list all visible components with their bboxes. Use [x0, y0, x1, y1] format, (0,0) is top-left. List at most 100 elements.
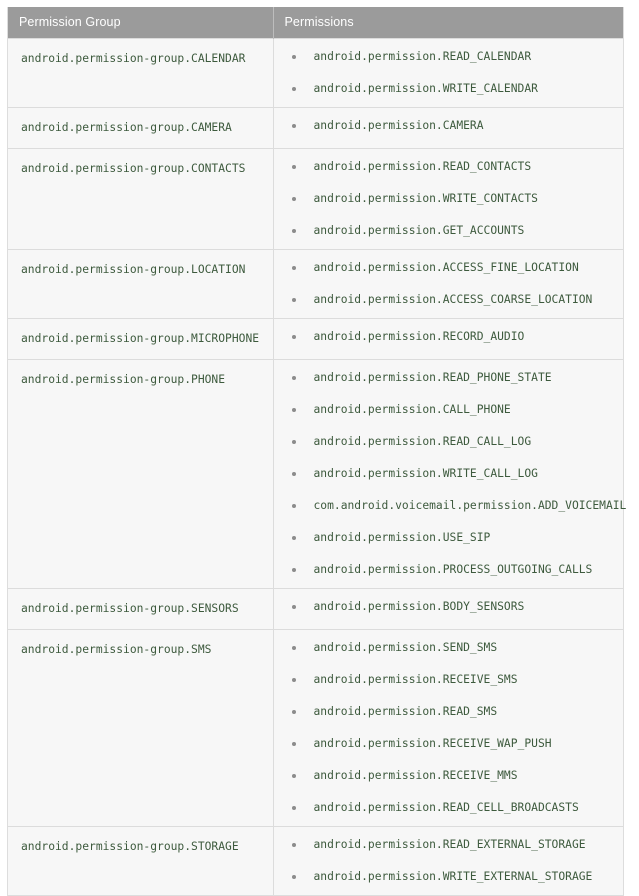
bullet-icon [291, 806, 296, 810]
permission-name: android.permission.READ_CALENDAR [313, 50, 532, 63]
permission-name: android.permission.READ_CONTACTS [313, 160, 532, 173]
permission-name: android.permission.WRITE_EXTERNAL_STORAG… [313, 870, 593, 883]
permission-list-item: android.permission.USE_SIP [274, 531, 624, 545]
table-row: android.permission-group.PHONE android.pe… [8, 359, 627, 589]
permission-group-cell: android.permission-group.CALENDAR [8, 38, 273, 108]
column-header-permissions: Permissions [272, 7, 623, 39]
permission-name: android.permission.CAMERA [313, 119, 484, 132]
bullet-icon [291, 646, 296, 650]
permission-name: android.permission.USE_SIP [313, 531, 491, 544]
permission-name: android.permission.RECEIVE_WAP_PUSH [313, 737, 552, 750]
permissions-cell: android.permission.BODY_SENSORS [272, 588, 624, 630]
permission-name: android.permission.PROCESS_OUTGOING_CALL… [313, 563, 593, 576]
bullet-icon [291, 568, 296, 572]
permission-list: android.permission.READ_EXTERNAL_STORAGE… [274, 827, 624, 895]
column-header-permission-group: Permission Group [8, 7, 273, 39]
permission-list-item: android.permission.READ_CALENDAR [274, 50, 624, 64]
permission-list: android.permission.RECORD_AUDIO [274, 319, 624, 355]
table-body: android.permission-group.CALENDAR android… [8, 38, 627, 895]
permission-list: android.permission.ACCESS_FINE_LOCATIONa… [274, 250, 624, 318]
table-row: android.permission-group.CALENDAR android… [8, 38, 624, 108]
table-row: android.permission-group.CAMERA android.p… [8, 107, 624, 149]
permission-group-cell: android.permission-group.CAMERA [8, 107, 273, 149]
table-row: android.permission-group.LOCATION android… [8, 249, 624, 319]
permission-list-item: android.permission.READ_CALL_LOG [274, 435, 624, 449]
permission-name: android.permission.GET_ACCOUNTS [313, 224, 525, 237]
bullet-icon [291, 408, 296, 412]
table-header: Permission Group Permissions [8, 7, 623, 39]
permission-name: android.permission.CALL_PHONE [313, 403, 511, 416]
permission-group-table-container: Permission Group Permissions android.per… [7, 7, 627, 896]
bullet-icon [291, 87, 296, 91]
permission-list-item: android.permission.RECEIVE_SMS [274, 673, 624, 687]
permissions-cell: android.permission.CAMERA [272, 107, 624, 149]
permission-group-cell: android.permission-group.SMS [8, 629, 273, 827]
permission-name: com.android.voicemail.permission.ADD_VOI… [313, 499, 627, 512]
permission-list: android.permission.READ_CALENDAR android.… [274, 39, 624, 107]
permission-list-item: android.permission.READ_PHONE_STATE [274, 371, 624, 385]
bullet-icon [291, 472, 296, 476]
permission-name: android.permission.RECORD_AUDIO [313, 330, 525, 343]
permission-list-item: android.permission.READ_CELL_BROADCASTS [274, 801, 624, 815]
permissions-cell: android.permission.ACCESS_FINE_LOCATIONa… [272, 249, 624, 319]
permission-list-item: android.permission.READ_EXTERNAL_STORAGE [274, 838, 624, 852]
permission-group-cell: android.permission-group.STORAGE [8, 826, 273, 895]
permission-name: android.permission.READ_CELL_BROADCASTS [313, 801, 579, 814]
bullet-icon [291, 875, 296, 879]
permission-name: android.permission.WRITE_CALL_LOG [313, 467, 538, 480]
permission-name: android.permission.SEND_SMS [313, 641, 498, 654]
permission-list-item: android.permission.WRITE_CALL_LOG [274, 467, 624, 481]
permission-name: android.permission.WRITE_CONTACTS [313, 192, 538, 205]
permission-name: android.permission.WRITE_CALENDAR [313, 82, 538, 95]
permission-name: android.permission.READ_EXTERNAL_STORAGE [313, 838, 586, 851]
permission-group-cell: android.permission-group.CONTACTS [8, 148, 273, 250]
permission-group-cell: android.permission-group.SENSORS [8, 588, 273, 630]
permission-group-table: Permission Group Permissions android.per… [8, 7, 627, 895]
permission-list: android.permission.SEND_SMS android.permi… [274, 630, 624, 826]
permission-list-item: android.permission.SEND_SMS [274, 641, 624, 655]
permission-list-item: android.permission.ACCESS_FINE_LOCATION [274, 261, 624, 275]
table-row: android.permission-group.CONTACTS android… [8, 148, 624, 250]
permission-list-item: android.permission.BODY_SENSORS [274, 600, 624, 614]
permission-list: android.permission.READ_PHONE_STATEandro… [274, 360, 627, 588]
permissions-cell: android.permission.RECORD_AUDIO [272, 318, 624, 360]
permission-list-item: android.permission.RECEIVE_WAP_PUSH [274, 737, 624, 751]
permission-list-item: android.permission.CAMERA [274, 119, 624, 133]
permission-list: android.permission.CAMERA [274, 108, 624, 144]
table-row: android.permission-group.MICROPHONE andro… [8, 318, 624, 360]
bullet-icon [291, 124, 296, 128]
permission-list: android.permission.BODY_SENSORS [274, 589, 624, 625]
permission-name: android.permission.ACCESS_COARSE_LOCATIO… [313, 293, 593, 306]
bullet-icon [291, 710, 296, 714]
bullet-icon [291, 55, 296, 59]
permission-list-item: android.permission.CALL_PHONE [274, 403, 624, 417]
bullet-icon [291, 678, 296, 682]
table-row: android.permission-group.STORAGE android.… [8, 826, 624, 895]
permissions-cell: android.permission.SEND_SMS android.permi… [272, 629, 624, 827]
bullet-icon [291, 605, 296, 609]
permission-name: android.permission.ACCESS_FINE_LOCATION [313, 261, 579, 274]
bullet-icon [291, 197, 296, 201]
permissions-cell: android.permission.READ_CONTACTS android.… [272, 148, 624, 250]
table-header-row: Permission Group Permissions [8, 7, 623, 39]
permission-group-cell: android.permission-group.MICROPHONE [8, 318, 273, 360]
table-row: android.permission-group.SMS android.perm… [8, 629, 624, 827]
bullet-icon [291, 229, 296, 233]
permission-name: android.permission.RECEIVE_MMS [313, 769, 518, 782]
permission-list-item: android.permission.READ_CONTACTS [274, 160, 624, 174]
permission-list-item: android.permission.GET_ACCOUNTS [274, 224, 624, 238]
permissions-cell: android.permission.READ_CALENDAR android.… [272, 38, 624, 108]
permission-list-item: android.permission.WRITE_CALENDAR [274, 82, 624, 96]
bullet-icon [291, 504, 296, 508]
permission-name: android.permission.RECEIVE_SMS [313, 673, 518, 686]
bullet-icon [291, 335, 296, 339]
permission-list-item: android.permission.RECORD_AUDIO [274, 330, 624, 344]
permissions-cell: android.permission.READ_EXTERNAL_STORAGE… [272, 826, 624, 895]
bullet-icon [291, 440, 296, 444]
bullet-icon [291, 742, 296, 746]
permissions-cell: android.permission.READ_PHONE_STATEandro… [272, 359, 627, 589]
table-row: android.permission-group.SENSORS android.… [8, 588, 624, 630]
permission-list-item: android.permission.WRITE_EXTERNAL_STORAG… [274, 870, 624, 884]
permission-list-item: android.permission.PROCESS_OUTGOING_CALL… [274, 563, 624, 577]
permission-name: android.permission.READ_SMS [313, 705, 498, 718]
